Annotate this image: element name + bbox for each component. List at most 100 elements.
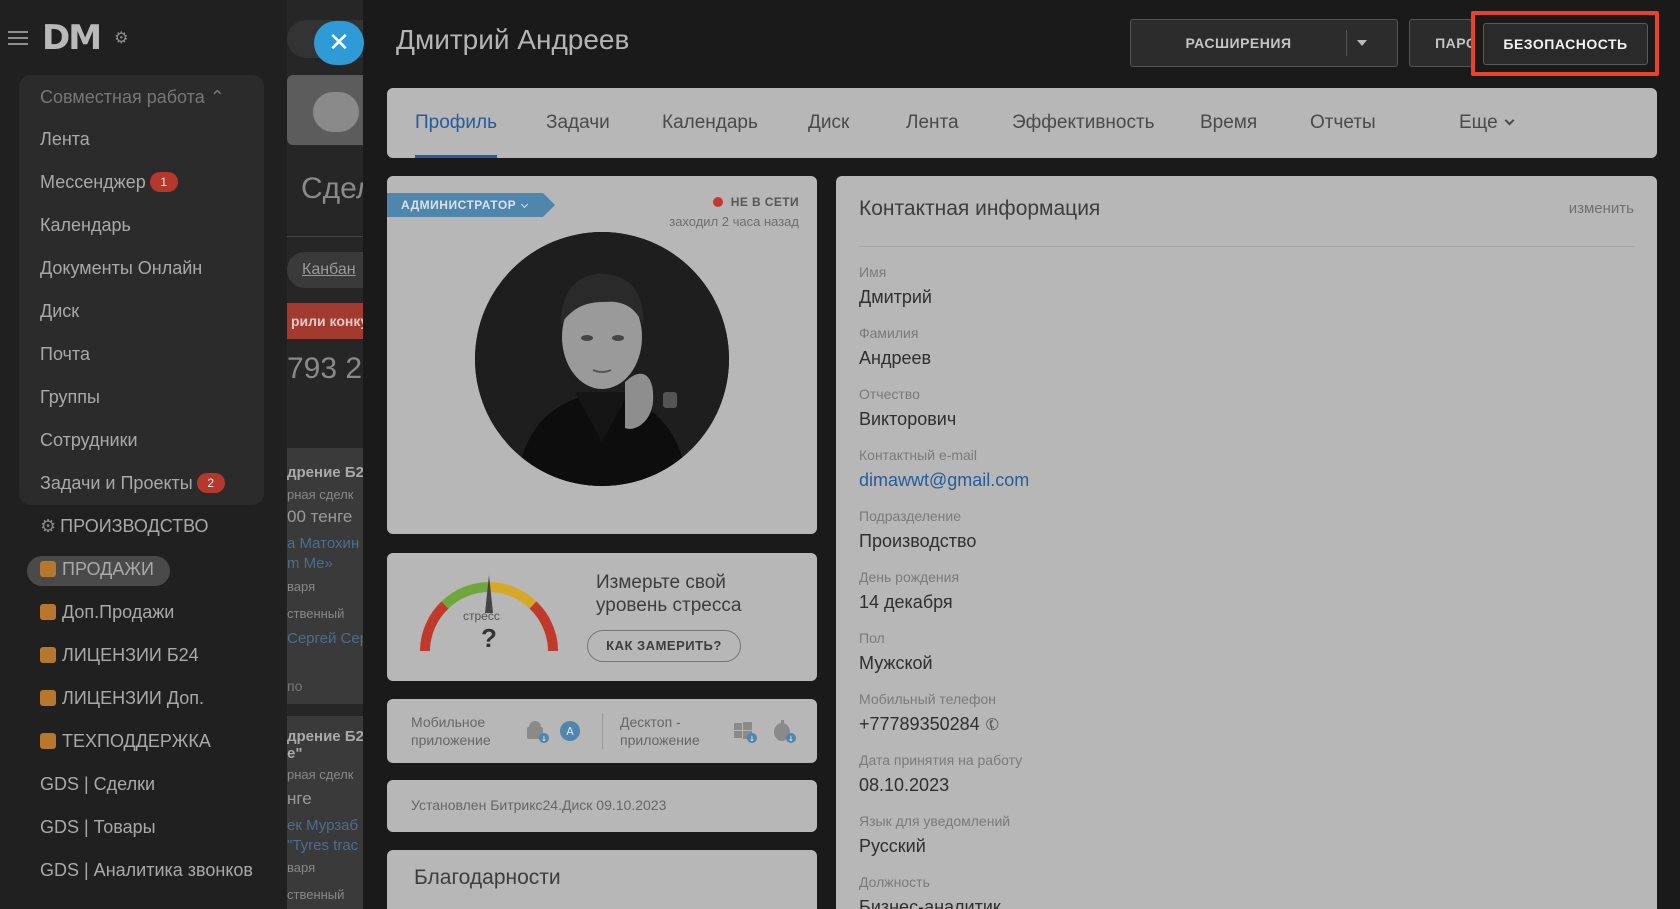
sidebar-item-groups[interactable]: Группы [40,384,100,410]
field-label-email: Контактный e-mail [859,447,978,463]
sidebar-section-licenses-b24[interactable]: ЛИЦЕНЗИИ Б24 [40,642,199,668]
background-kanban-tab: Канбан [302,261,356,278]
background-deal2-title-cont: е" [287,745,303,762]
role-tag[interactable]: АДМИНИСТРАТОР [387,193,555,217]
svg-text:↓: ↓ [541,735,547,743]
contact-divider [859,246,1634,247]
sidebar-item-mail[interactable]: Почта [40,341,90,367]
field-value-hire-date: 08.10.2023 [859,775,950,795]
page-title: Дмитрий Андреев [396,24,630,55]
sidebar-item-disk[interactable]: Диск [40,298,79,324]
sidebar-section-extra-sales[interactable]: Доп.Продажи [40,599,174,625]
background-stage-label: рили конку [291,313,363,329]
background-deal1-title: дрение Б2 [287,464,363,481]
field-value-patronymic: Викторович [859,409,957,429]
background-deal1-amount: 00 тенге [287,507,353,526]
tasks-count-badge: 2 [196,473,225,493]
avatar[interactable] [475,232,729,486]
thanks-title: Благодарности [414,866,561,889]
support-icon [40,733,56,749]
background-deal1-responsible: Сергей Сер [287,630,363,647]
left-sidebar: DM ⚙ Совместная работа ⌃ Лента Мессендже… [0,0,287,909]
sidebar-item-calendar[interactable]: Календарь [40,212,131,238]
extra-sales-icon [40,604,56,620]
sidebar-item-docs-online[interactable]: Документы Онлайн [40,255,202,281]
app-root: DM ⚙ Совместная работа ⌃ Лента Мессендже… [0,0,1680,909]
tab-time[interactable]: Время [1200,88,1257,158]
sidebar-section-sales[interactable]: ПРОДАЖИ [40,556,154,582]
tab-more[interactable]: Еще [1459,88,1515,158]
sidebar-item-feed[interactable]: Лента [40,126,90,152]
stress-card: стресс ? Измерьте свой уровень стресса К… [387,553,817,681]
stress-gauge-label: стресс [463,609,500,623]
tab-tasks[interactable]: Задачи [546,88,610,158]
tab-reports[interactable]: Отчеты [1310,88,1376,158]
extensions-button[interactable]: РАСШИРЕНИЯ [1130,19,1398,67]
sidebar-section-gds-call-analytics[interactable]: GDS | Аналитика звонков [40,857,253,883]
menu-group-header[interactable]: Совместная работа ⌃ [40,84,225,110]
tab-feed[interactable]: Лента [906,88,959,158]
last-seen-text: заходил 2 часа назад [669,214,799,229]
field-value-email-link[interactable]: dimawwt@gmail.com [859,470,1029,491]
edit-contact-link[interactable]: изменить [1569,200,1634,217]
background-deal1-responsible-label: ственный [287,606,345,621]
profile-card: АДМИНИСТРАТОР НЕ В СЕТИ заходил 2 часа н… [387,176,817,534]
sidebar-item-tasks[interactable]: Задачи и Проекты 2 [40,470,225,496]
tab-profile[interactable]: Профиль [415,88,498,158]
android-icon[interactable]: ↓ [524,719,550,743]
chevron-up-icon: ⌃ [209,87,225,107]
app-store-icon[interactable]: A [558,719,584,743]
tab-calendar[interactable]: Календарь [662,88,758,158]
sidebar-section-support[interactable]: ТЕХПОДДЕРЖКА [40,728,211,754]
close-icon: ✕ [328,27,350,57]
field-value-department: Производство [859,531,977,551]
gear-icon: ⚙ [40,516,57,536]
field-value-position: Бизнес-аналитик [859,897,1001,909]
messenger-count-badge: 1 [149,172,178,192]
close-slider-button[interactable]: ✕ [314,21,364,65]
background-deal2-company: "Tyres trac [287,837,359,854]
apple-icon[interactable]: ↓ [771,719,797,743]
field-label-position: Должность [859,874,930,890]
field-value-first-name: Дмитрий [859,287,932,307]
chevron-down-icon [521,200,529,209]
mobile-app-label: Мобильное приложение [411,714,491,748]
sidebar-item-messenger[interactable]: Мессенджер 1 [40,169,178,195]
company-logo[interactable]: DM [42,18,102,58]
field-label-notification-language: Язык для уведомлений [859,813,1011,829]
field-label-patronymic: Отчество [859,386,920,402]
field-value-gender: Мужской [859,653,933,673]
measure-stress-button[interactable]: КАК ЗАМЕРИТЬ? [587,630,741,662]
sidebar-item-employees[interactable]: Сотрудники [40,427,138,453]
phone-icon[interactable]: ✆ [982,713,1004,737]
tab-disk[interactable]: Диск [808,88,849,158]
field-label-first-name: Имя [859,264,887,280]
disk-status-card: Установлен Битрикс24.Диск 09.10.2023 [387,780,817,832]
field-label-last-name: Фамилия [859,325,919,341]
stress-gauge-value: ? [481,623,497,653]
sidebar-topbar: DM ⚙ [8,18,128,58]
menu-icon[interactable] [8,31,28,45]
svg-text:↓: ↓ [749,735,755,743]
svg-text:A: A [566,725,574,738]
background-deal2-amount: нге [287,789,312,808]
licenses-icon [40,647,56,663]
background-deal1-company: m Me» [287,555,333,572]
contact-info-title: Контактная информация [859,197,1101,220]
background-deal2-date: варя [287,860,316,875]
security-button[interactable]: БЕЗОПАСНОСТЬ [1483,23,1648,65]
chevron-down-icon[interactable] [1357,40,1367,46]
sidebar-section-gds-products[interactable]: GDS | Товары [40,814,156,840]
svg-text:↓: ↓ [788,735,794,743]
online-status: НЕ В СЕТИ [712,195,799,209]
security-highlight-frame: БЕЗОПАСНОСТЬ [1471,11,1659,76]
desktop-app-label: Десктоп - приложение [620,714,700,748]
settings-sliders-icon[interactable]: ⚙ [114,28,128,48]
windows-icon[interactable]: ↓ [732,719,758,743]
contact-info-card: Контактная информация изменить Имя Дмитр… [836,176,1657,909]
sidebar-section-production[interactable]: ⚙ ПРОИЗВОДСТВО [40,513,209,539]
sidebar-section-licenses-extra[interactable]: ЛИЦЕНЗИИ Доп. [40,685,204,711]
tab-efficiency[interactable]: Эффективность [1012,88,1155,158]
apps-divider [602,713,603,749]
sidebar-section-gds-deals[interactable]: GDS | Сделки [40,771,155,797]
